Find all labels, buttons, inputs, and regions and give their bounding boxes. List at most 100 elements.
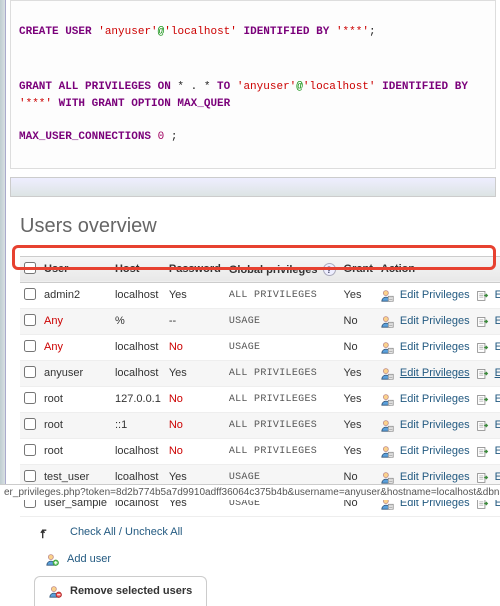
cell-grant: Yes <box>340 438 377 464</box>
row-checkbox[interactable] <box>24 314 36 326</box>
cell-privileges: USAGE <box>225 308 340 334</box>
remove-user-icon <box>49 585 62 598</box>
cell-password: -- <box>165 308 225 334</box>
export-link[interactable]: Export <box>495 419 500 431</box>
cell-host: 127.0.0.1 <box>111 386 165 412</box>
cell-user: root <box>40 386 111 412</box>
edit-privileges-link[interactable]: Edit Privileges <box>400 367 470 379</box>
edit-privileges-link[interactable]: Edit Privileges <box>400 471 470 483</box>
user-icon <box>381 393 394 406</box>
arrow-up-icon <box>40 523 58 541</box>
user-icon <box>381 471 394 484</box>
col-host[interactable]: Host <box>111 256 165 282</box>
export-icon <box>476 393 489 406</box>
cell-password: Yes <box>165 360 225 386</box>
check-all-link[interactable]: Check All / Uncheck All <box>70 526 183 538</box>
table-row: anyuserlocalhostYesALL PRIVILEGESYesEdit… <box>20 360 500 386</box>
export-link[interactable]: Export <box>495 315 500 327</box>
check-all-checkbox[interactable] <box>24 262 36 274</box>
col-grant[interactable]: Grant <box>340 256 377 282</box>
cell-password: No <box>165 438 225 464</box>
row-checkbox[interactable] <box>24 288 36 300</box>
user-icon <box>381 445 394 458</box>
table-row: admin2localhostYesALL PRIVILEGESYesEdit … <box>20 282 500 308</box>
cell-password: No <box>165 334 225 360</box>
cell-privileges: ALL PRIVILEGES <box>225 386 340 412</box>
cell-privileges: ALL PRIVILEGES <box>225 412 340 438</box>
cell-grant: No <box>340 334 377 360</box>
cell-privileges: ALL PRIVILEGES <box>225 438 340 464</box>
edit-privileges-link[interactable]: Edit Privileges <box>400 341 470 353</box>
edit-privileges-link[interactable]: Edit Privileges <box>400 289 470 301</box>
cell-grant: Yes <box>340 412 377 438</box>
table-row: root::1NoALL PRIVILEGESYesEdit Privilege… <box>20 412 500 438</box>
table-row: Any%--USAGENo Edit Privileges Export <box>20 308 500 334</box>
cell-privileges: ALL PRIVILEGES <box>225 282 340 308</box>
export-link[interactable]: Export <box>495 341 500 353</box>
cell-privileges: ALL PRIVILEGES <box>225 360 340 386</box>
remove-users-button[interactable]: Remove selected users <box>34 576 207 606</box>
export-link[interactable]: Export <box>495 289 500 301</box>
edit-privileges-link[interactable]: Edit Privileges <box>400 393 470 405</box>
cell-user: Any <box>40 334 111 360</box>
export-icon <box>476 289 489 302</box>
user-icon <box>381 341 394 354</box>
col-password[interactable]: Password <box>165 256 225 282</box>
col-privileges[interactable]: Global privileges ? <box>225 256 340 282</box>
cell-password: No <box>165 386 225 412</box>
toolbar <box>10 177 496 197</box>
export-icon <box>476 367 489 380</box>
table-row: AnylocalhostNoUSAGENoEdit PrivilegesExpo… <box>20 334 500 360</box>
user-icon <box>381 315 394 328</box>
col-user[interactable]: User <box>40 256 111 282</box>
cell-host: localhost <box>111 334 165 360</box>
row-checkbox[interactable] <box>24 470 36 482</box>
row-checkbox[interactable] <box>24 366 36 378</box>
cell-user: root <box>40 412 111 438</box>
export-link[interactable]: Export <box>495 367 500 379</box>
cell-password: Yes <box>165 282 225 308</box>
export-icon <box>476 471 489 484</box>
cell-grant: Yes <box>340 386 377 412</box>
cell-host: localhost <box>111 360 165 386</box>
cell-user: anyuser <box>40 360 111 386</box>
sql-box: CREATE USER 'anyuser'@'localhost' IDENTI… <box>10 0 496 169</box>
table-row: root127.0.0.1NoALL PRIVILEGESYes Edit Pri… <box>20 386 500 412</box>
user-icon <box>381 289 394 302</box>
add-user-icon <box>46 553 59 566</box>
cell-grant: Yes <box>340 282 377 308</box>
user-icon <box>381 419 394 432</box>
page-title: Users overview <box>20 215 486 238</box>
help-icon[interactable]: ? <box>323 263 336 276</box>
export-icon <box>476 315 489 328</box>
export-icon <box>476 445 489 458</box>
cell-password: No <box>165 412 225 438</box>
users-table: User Host Password Global privileges ? G… <box>20 256 500 517</box>
edit-privileges-link[interactable]: Edit Privileges <box>400 315 470 327</box>
row-checkbox[interactable] <box>24 392 36 404</box>
row-checkbox[interactable] <box>24 418 36 430</box>
row-checkbox[interactable] <box>24 444 36 456</box>
status-url: er_privileges.php?token=8d2b774b5a7d9910… <box>0 484 500 500</box>
export-link[interactable]: Export <box>495 393 500 405</box>
export-link[interactable]: Export <box>495 471 500 483</box>
cell-grant: Yes <box>340 360 377 386</box>
col-action: Action <box>377 256 500 282</box>
cell-user: Any <box>40 308 111 334</box>
cell-user: admin2 <box>40 282 111 308</box>
user-icon <box>381 367 394 380</box>
export-icon <box>476 341 489 354</box>
row-checkbox[interactable] <box>24 340 36 352</box>
col-check[interactable] <box>20 256 40 282</box>
edit-privileges-link[interactable]: Edit Privileges <box>400 445 470 457</box>
table-row: rootlocalhostNoALL PRIVILEGESYes Edit Pri… <box>20 438 500 464</box>
cell-grant: No <box>340 308 377 334</box>
edit-privileges-link[interactable]: Edit Privileges <box>400 419 470 431</box>
export-link[interactable]: Export <box>495 445 500 457</box>
cell-host: localhost <box>111 282 165 308</box>
export-icon <box>476 419 489 432</box>
cell-host: % <box>111 308 165 334</box>
cell-user: root <box>40 438 111 464</box>
add-user-link[interactable]: Add user <box>20 543 486 576</box>
cell-host: localhost <box>111 438 165 464</box>
